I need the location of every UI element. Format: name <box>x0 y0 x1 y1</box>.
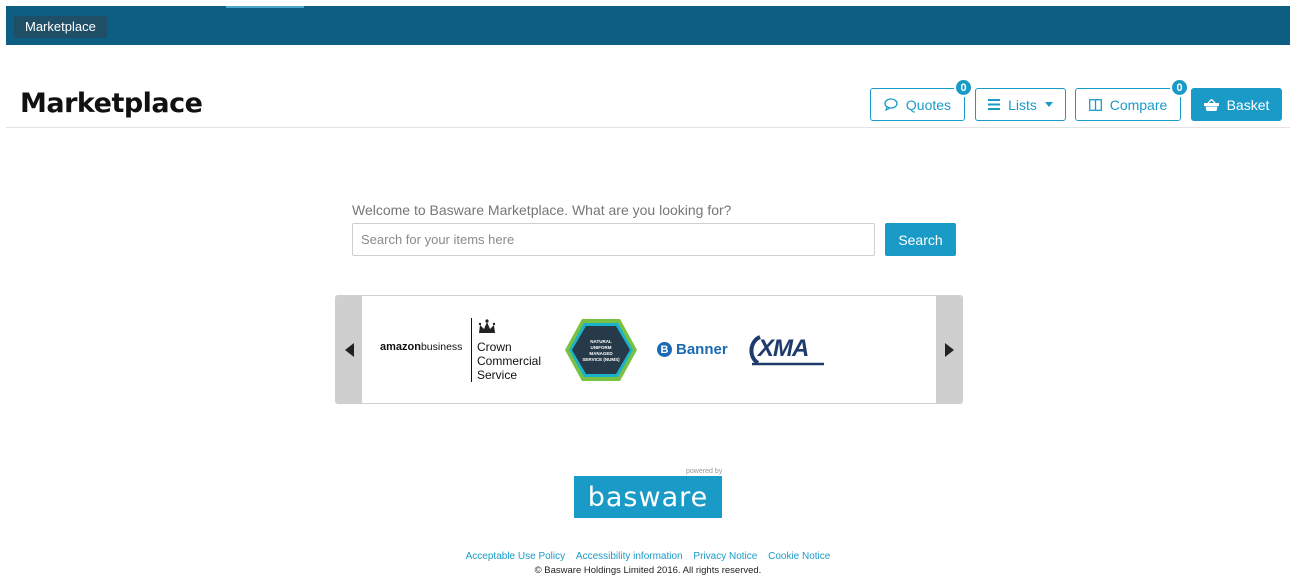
service-logo-line: Service <box>477 368 518 382</box>
caret-down-icon <box>1044 102 1053 107</box>
accessibility-information-link[interactable]: Accessibility information <box>576 551 683 562</box>
columns-icon <box>1088 98 1102 111</box>
banner-logo[interactable]: B Banner <box>657 341 728 358</box>
acceptable-use-policy-link[interactable]: Acceptable Use Policy <box>466 551 566 562</box>
quotes-count-badge: 0 <box>954 78 973 97</box>
basket-button[interactable]: Basket <box>1191 88 1282 121</box>
compare-button[interactable]: Compare 0 <box>1075 78 1189 121</box>
supplier-logo-carousel: amazonbusiness Crown Commercial Service … <box>335 295 963 404</box>
carousel-prev-button[interactable] <box>336 296 362 403</box>
basket-icon <box>1203 98 1219 111</box>
nums-logo-text: NATURAL UNIFORM MANAGED SERVICE (NUMS) <box>582 339 620 362</box>
cookie-notice-link[interactable]: Cookie Notice <box>768 551 830 562</box>
privacy-notice-link[interactable]: Privacy Notice <box>693 551 757 562</box>
top-bar: Marketplace <box>6 6 1290 45</box>
quotes-button[interactable]: Quotes 0 <box>870 78 973 121</box>
quotes-label: Quotes <box>905 96 952 113</box>
list-icon <box>988 99 1001 110</box>
breadcrumb-marketplace[interactable]: Marketplace <box>14 16 107 38</box>
crown-logo-line: Crown <box>477 340 512 354</box>
nums-hexagon-logo[interactable]: NATURAL UNIFORM MANAGED SERVICE (NUMS) <box>563 317 639 383</box>
amazon-logo-text: amazon <box>380 341 421 353</box>
footer-links: Acceptable Use Policy Accessibility info… <box>0 551 1296 562</box>
compare-count-badge: 0 <box>1170 78 1189 97</box>
search-input[interactable] <box>352 223 875 256</box>
amazon-business-logo[interactable]: amazonbusiness <box>380 341 462 353</box>
basware-logo[interactable]: basware <box>574 476 722 518</box>
basket-label: Basket <box>1226 96 1270 113</box>
page-title: Marketplace <box>20 88 203 119</box>
arrow-right-icon <box>944 342 954 357</box>
welcome-text: Welcome to Basware Marketplace. What are… <box>352 202 732 218</box>
commercial-logo-line: Commercial <box>477 354 542 368</box>
arrow-left-icon <box>344 342 354 357</box>
header-divider <box>6 127 1290 128</box>
compare-label: Compare <box>1109 96 1168 113</box>
lists-dropdown-button[interactable]: Lists <box>975 88 1066 121</box>
search-button[interactable]: Search <box>885 223 956 256</box>
powered-by-text: powered by <box>686 468 723 475</box>
lists-label: Lists <box>1008 96 1037 113</box>
royal-crest-icon <box>477 319 497 335</box>
banner-logo-text: Banner <box>676 341 728 358</box>
active-tab-indicator <box>226 6 304 8</box>
xma-logo-text: XMA <box>758 335 809 362</box>
speech-bubble-icon <box>884 98 898 111</box>
copyright-text: © Basware Holdings Limited 2016. All rig… <box>534 565 762 576</box>
banner-b-icon: B <box>657 342 672 357</box>
crown-commercial-service-logo[interactable]: Crown Commercial Service <box>471 318 552 382</box>
xma-logo[interactable]: XMA <box>746 333 826 367</box>
business-logo-text: business <box>420 341 463 353</box>
carousel-next-button[interactable] <box>936 296 962 403</box>
